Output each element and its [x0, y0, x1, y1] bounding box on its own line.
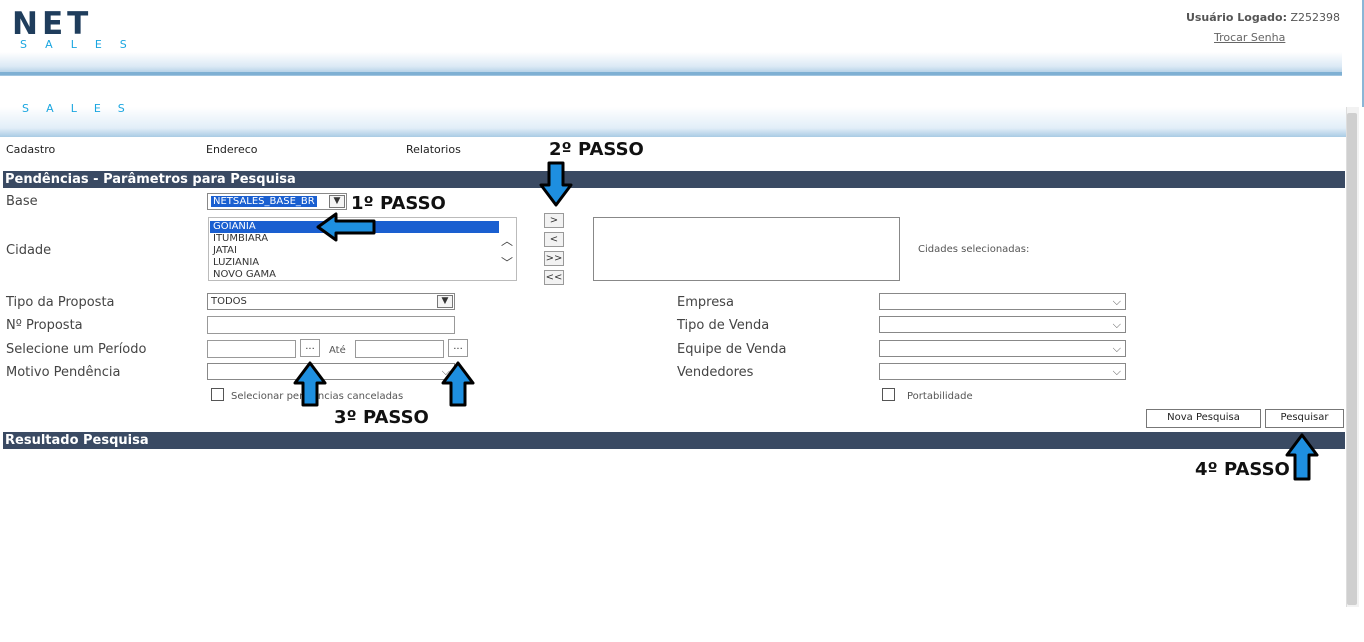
period-start-picker-button[interactable]: ...: [300, 339, 320, 357]
chevron-down-icon[interactable]: ⌵: [1113, 317, 1121, 332]
base-select-value: NETSALES_BASE_BR: [211, 196, 317, 207]
sale-type-label: Tipo de Venda: [677, 318, 770, 333]
cancelled-checkbox[interactable]: [211, 388, 224, 401]
proposal-type-value: TODOS: [211, 296, 247, 307]
scrollbar-thumb[interactable]: [1347, 113, 1357, 605]
add-all-cities-button[interactable]: >>: [544, 251, 564, 266]
chevron-down-icon[interactable]: ▼: [437, 295, 453, 308]
logo-net-text: NET: [12, 6, 93, 42]
selected-cities-listbox[interactable]: [593, 217, 900, 281]
proposal-type-label: Tipo da Proposta: [6, 295, 115, 310]
proposal-number-input[interactable]: [207, 316, 455, 334]
until-label: Até: [329, 345, 346, 356]
results-section-title: Resultado Pesquisa: [3, 432, 1345, 449]
menu-relatorios[interactable]: Relatorios: [406, 143, 461, 156]
sale-type-select[interactable]: ⌵: [879, 316, 1126, 333]
logged-user-label: Usuário Logado:: [1185, 11, 1287, 24]
search-button[interactable]: Pesquisar: [1265, 409, 1344, 428]
step1-annotation: 1º PASSO: [351, 193, 446, 214]
logo-sales-text: SALES: [20, 38, 145, 51]
params-section-title: Pendências - Parâmetros para Pesquisa: [3, 171, 1345, 188]
ghost-sales-text: SALES: [22, 102, 142, 115]
chevron-down-icon[interactable]: ▼: [329, 195, 345, 208]
arrow-up-icon: [293, 361, 327, 407]
selected-cities-label: Cidades selecionadas:: [918, 244, 1030, 255]
city-item-itumbiara[interactable]: ITUMBIARA: [210, 233, 268, 245]
arrow-up-icon: [1285, 433, 1319, 481]
base-select[interactable]: NETSALES_BASE_BR ▼: [207, 193, 347, 210]
city-item-novo-gama[interactable]: NOVO GAMA: [210, 269, 276, 281]
remove-city-button[interactable]: <: [544, 232, 564, 247]
menu-endereco[interactable]: Endereco: [206, 143, 258, 156]
sellers-label: Vendedores: [677, 365, 754, 380]
chevron-down-icon[interactable]: ⌵: [1113, 364, 1121, 379]
city-label: Cidade: [6, 243, 52, 258]
header-band-line: [0, 72, 1342, 75]
scroll-down-icon[interactable]: ﹀: [501, 254, 513, 271]
base-label: Base: [6, 194, 38, 209]
city-item-luziania[interactable]: LUZIANIA: [210, 257, 259, 269]
new-search-button[interactable]: Nova Pesquisa: [1146, 409, 1261, 428]
chevron-down-icon[interactable]: ⌵: [1113, 294, 1121, 309]
step2-annotation: 2º PASSO: [549, 139, 644, 160]
sellers-select[interactable]: ⌵: [879, 363, 1126, 380]
add-city-button[interactable]: >: [544, 213, 564, 228]
period-label: Selecione um Período: [6, 342, 147, 357]
portability-label: Portabilidade: [907, 391, 973, 402]
company-select[interactable]: ⌵: [879, 293, 1126, 310]
remove-all-cities-button[interactable]: <<: [544, 270, 564, 285]
company-label: Empresa: [677, 295, 734, 310]
chevron-down-icon[interactable]: ⌵: [1113, 341, 1121, 356]
menu-cadastro[interactable]: Cadastro: [6, 143, 55, 156]
portability-checkbox[interactable]: [882, 388, 895, 401]
proposal-number-label: Nº Proposta: [6, 318, 83, 333]
step4-annotation: 4º PASSO: [1195, 459, 1290, 480]
reason-label: Motivo Pendência: [6, 365, 121, 380]
proposal-type-select[interactable]: TODOS ▼: [207, 293, 455, 310]
top-header: NET SALES: [0, 0, 1364, 107]
scroll-up-icon[interactable]: ︿: [501, 232, 513, 249]
logged-user: Usuário Logado: Z252398: [1186, 11, 1340, 24]
netsales-logo: NET: [12, 6, 92, 42]
period-end-picker-button[interactable]: ...: [448, 339, 468, 357]
city-item-jatai[interactable]: JATAI: [210, 245, 237, 257]
sub-header: [0, 107, 1346, 137]
sales-team-label: Equipe de Venda: [677, 342, 787, 357]
period-start-input[interactable]: [207, 340, 296, 358]
sales-team-select[interactable]: ⌵: [879, 340, 1126, 357]
logged-user-id: Z252398: [1290, 11, 1340, 24]
arrow-left-icon: [316, 212, 376, 242]
arrow-down-icon: [539, 161, 573, 207]
change-password-link[interactable]: Trocar Senha: [1214, 31, 1285, 44]
reason-select[interactable]: ⌵: [207, 363, 455, 380]
step3-annotation: 3º PASSO: [334, 407, 429, 428]
period-end-input[interactable]: [355, 340, 444, 358]
arrow-up-icon: [441, 361, 475, 407]
